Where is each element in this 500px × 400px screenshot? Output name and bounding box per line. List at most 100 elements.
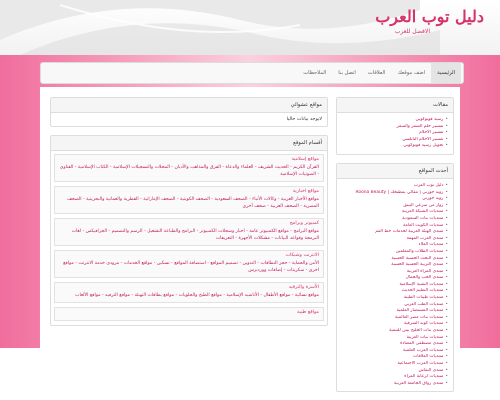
- bullet-icon: •: [445, 130, 448, 136]
- latest-site-link-label[interactable]: منتدى التربية الحسية الحسية: [391, 262, 443, 267]
- latest-site-link[interactable]: •منتديات بنات السعودية: [342, 216, 448, 223]
- latest-site-link[interactable]: •منتدى النقاش: [342, 368, 448, 375]
- latest-site-link-label[interactable]: منتدى الحب والجمال: [406, 275, 444, 280]
- latest-site-link-label[interactable]: منتدى الهيئة العربية لخدمات خط القم: [375, 229, 443, 234]
- latest-site-link[interactable]: •منتديات التعليم الحديث: [342, 288, 448, 295]
- category-title[interactable]: مواقع اخبارية: [59, 189, 319, 194]
- category-title[interactable]: الانترنت وشبكات: [59, 253, 319, 258]
- category-title[interactable]: مواقع طبية: [59, 310, 319, 315]
- article-link[interactable]: •تحويل رسيد فوتوكوبي: [342, 143, 448, 150]
- latest-site-link-label[interactable]: منتديات الطلاب والمعلمين: [396, 249, 444, 254]
- latest-site-link[interactable]: •منتديات كونه الشرقية: [342, 321, 448, 328]
- sidebar-column: مقالات •رسيد فوتوكوبي •تفسير حلم السفر وا…: [336, 97, 454, 400]
- category-links[interactable]: القرآن الكريم - الحديث الشريف - العلماء …: [59, 164, 319, 178]
- latest-site-link-label[interactable]: روبه جورني: [422, 196, 443, 201]
- bullet-icon: •: [445, 117, 448, 122]
- latest-site-link-label[interactable]: منتديات التعليم الحديث: [402, 288, 444, 293]
- latest-site-link-label[interactable]: دليل توب العرب: [414, 183, 444, 188]
- category-title[interactable]: مواقع إسلامية: [59, 157, 319, 162]
- nav-contact[interactable]: اتصل بنا: [332, 63, 362, 83]
- latest-site-link[interactable]: •منتديات العلاقات: [342, 354, 448, 361]
- latest-site-link[interactable]: •منتديات المستضار العلمية: [342, 308, 448, 315]
- latest-site-link-label[interactable]: منتديات العلاء: [419, 242, 444, 247]
- article-link-label[interactable]: تحويل رسيد فوتوكوبي: [403, 143, 443, 148]
- bullet-icon: •: [445, 288, 448, 294]
- latest-site-link-label[interactable]: روبه جورني | مقالي بمطبخك | Roona Beauty: [356, 190, 444, 195]
- nav-add-site[interactable]: اضف موقعك: [391, 63, 431, 83]
- latest-site-link-label[interactable]: منتديات كونه الشرقية: [404, 321, 443, 326]
- latest-site-link[interactable]: •منتديات الطب العربي: [342, 302, 448, 309]
- latest-site-link-label[interactable]: منتديات بنات السعودية: [402, 216, 443, 221]
- bullet-icon: •: [445, 242, 448, 248]
- category-links[interactable]: مواقع الأخبار العربية - وكالات الأنباء -…: [59, 196, 319, 210]
- latest-site-link[interactable]: •منتديات الطلاب والمعلمين: [342, 249, 448, 256]
- site-title[interactable]: دليل توب العرب: [375, 7, 484, 26]
- latest-site-link[interactable]: •منتدى البحث الحسية الحسية: [342, 256, 448, 263]
- latest-site-link[interactable]: •منتديات الشبكة العربية: [342, 209, 448, 216]
- latest-site-link[interactable]: •منتديات لرعاية المرأة: [342, 374, 448, 381]
- latest-site-link[interactable]: •منتديات العرب العلمية: [342, 348, 448, 355]
- latest-site-link[interactable]: •منتدى العرب المهمة: [342, 236, 448, 243]
- latest-site-link-label[interactable]: منتديات بنات مصر العالمية: [395, 315, 443, 320]
- article-link-label[interactable]: تفسير الاحلام النابلسي: [402, 137, 443, 142]
- articles-heading: مقالات: [337, 98, 453, 113]
- category-links[interactable]: الأمن والحماية - حجز النطاقات - التدوين …: [59, 260, 319, 274]
- latest-site-link[interactable]: •منتديات الكويت العامة: [342, 223, 448, 230]
- latest-site-link[interactable]: •دليل توب العرب: [342, 183, 448, 190]
- latest-site-link-label[interactable]: زوار من سرعي البيتق: [403, 203, 443, 208]
- latest-site-link-label[interactable]: منتديات طيبات الطيبة: [404, 295, 444, 300]
- latest-site-link-label[interactable]: منتدى العرب المهمة: [407, 236, 444, 241]
- bullet-icon: •: [445, 328, 448, 334]
- latest-site-link-label[interactable]: منتديات العرب العلمية: [403, 348, 443, 353]
- nav-notes[interactable]: الملاحظات: [297, 63, 332, 83]
- latest-site-link-label[interactable]: منتدى بنات الخليج بيتن للتنمية: [389, 328, 443, 333]
- nav-home[interactable]: الرئيسية: [431, 63, 461, 83]
- category-title[interactable]: الأسرة والترفيه: [59, 285, 319, 290]
- latest-site-link[interactable]: •منتدى الحب والجمال: [342, 275, 448, 282]
- latest-site-link[interactable]: •منتديات بنات العربية: [342, 335, 448, 342]
- latest-site-link[interactable]: •منتدى مصطفى المعتادة: [342, 341, 448, 348]
- bullet-icon: •: [445, 215, 448, 221]
- latest-site-link[interactable]: •منتديات العرب الاجتماعية: [342, 361, 448, 368]
- latest-site-link-label[interactable]: منتدى النقاش: [418, 368, 443, 373]
- latest-site-link-label[interactable]: منتدى المرأة العربية: [407, 269, 444, 274]
- latest-site-link[interactable]: •منتدى المرأة العربية: [342, 269, 448, 276]
- latest-site-link-label[interactable]: منتديات لرعاية المرأة: [404, 374, 443, 379]
- latest-site-link[interactable]: •روبه جورني: [342, 196, 448, 203]
- latest-site-link[interactable]: •منتديات التقنية الإسلامية: [342, 282, 448, 289]
- bullet-icon: •: [445, 248, 448, 254]
- latest-site-link[interactable]: •منتدى التربية الحسية الحسية: [342, 262, 448, 269]
- latest-site-link-label[interactable]: منتدى البحث الحسية الحسية: [391, 256, 443, 261]
- article-link[interactable]: •رسيد فوتوكوبي: [342, 117, 448, 124]
- latest-site-link-label[interactable]: منتديات العلاقات: [413, 354, 443, 359]
- latest-site-link-label[interactable]: منتدى رواق الجامعة العربية: [394, 381, 443, 386]
- article-link-label[interactable]: تفسير حلم السفر والسفر: [397, 124, 444, 129]
- latest-site-link-label[interactable]: منتديات بنات العربية: [407, 335, 444, 340]
- article-link[interactable]: •تفسير الاحلام النابلسي: [342, 137, 448, 144]
- latest-site-link[interactable]: •روبه جورني | مقالي بمطبخك | Roona Beaut…: [342, 190, 448, 197]
- latest-site-link[interactable]: •منتديات طيبات الطيبة: [342, 295, 448, 302]
- category-links[interactable]: مواقع نسائية - مواقع الأطفال - الأناشيد …: [59, 292, 319, 299]
- latest-site-link-label[interactable]: منتديات التقنية الإسلامية: [399, 282, 443, 287]
- latest-site-link[interactable]: •زوار من سرعي البيتق: [342, 203, 448, 210]
- latest-site-link[interactable]: •منتدى الهيئة العربية لخدمات خط القم: [342, 229, 448, 236]
- latest-site-link-label[interactable]: منتديات العرب الاجتماعية: [397, 361, 443, 366]
- article-link[interactable]: •تفسير حلم السفر والسفر: [342, 124, 448, 131]
- category-title[interactable]: كمبيوتر وبرامج: [59, 221, 319, 226]
- article-link[interactable]: •تفسير الاحلام: [342, 130, 448, 137]
- latest-site-link-label[interactable]: منتديات المستضار العلمية: [397, 308, 444, 313]
- latest-site-link-label[interactable]: منتديات الشبكة العربية: [402, 209, 443, 214]
- article-link-label[interactable]: رسيد فوتوكوبي: [415, 117, 443, 122]
- category-links[interactable]: مواقع البرامج - مواقع الكمبيوتر عامة - ا…: [59, 228, 319, 242]
- latest-site-link[interactable]: •منتديات العلاء: [342, 242, 448, 249]
- latest-site-link-label[interactable]: منتديات الكويت العامة: [403, 223, 443, 228]
- nav-relations[interactable]: العلاقات: [362, 63, 392, 83]
- latest-site-link[interactable]: •منتدى بنات الخليج بيتن للتنمية: [342, 328, 448, 335]
- article-link-label[interactable]: تفسير الاحلام: [419, 130, 443, 135]
- latest-site-link[interactable]: •منتدى رواق الجامعة العربية: [342, 381, 448, 388]
- latest-site-link[interactable]: •منتديات بنات مصر العالمية: [342, 315, 448, 322]
- bullet-icon: •: [445, 374, 448, 380]
- latest-site-link-label[interactable]: منتدى مصطفى المعتادة: [400, 341, 443, 346]
- articles-body: •رسيد فوتوكوبي •تفسير حلم السفر والسفر •تف…: [337, 113, 453, 154]
- latest-site-link-label[interactable]: منتديات الطب العربي: [404, 302, 443, 307]
